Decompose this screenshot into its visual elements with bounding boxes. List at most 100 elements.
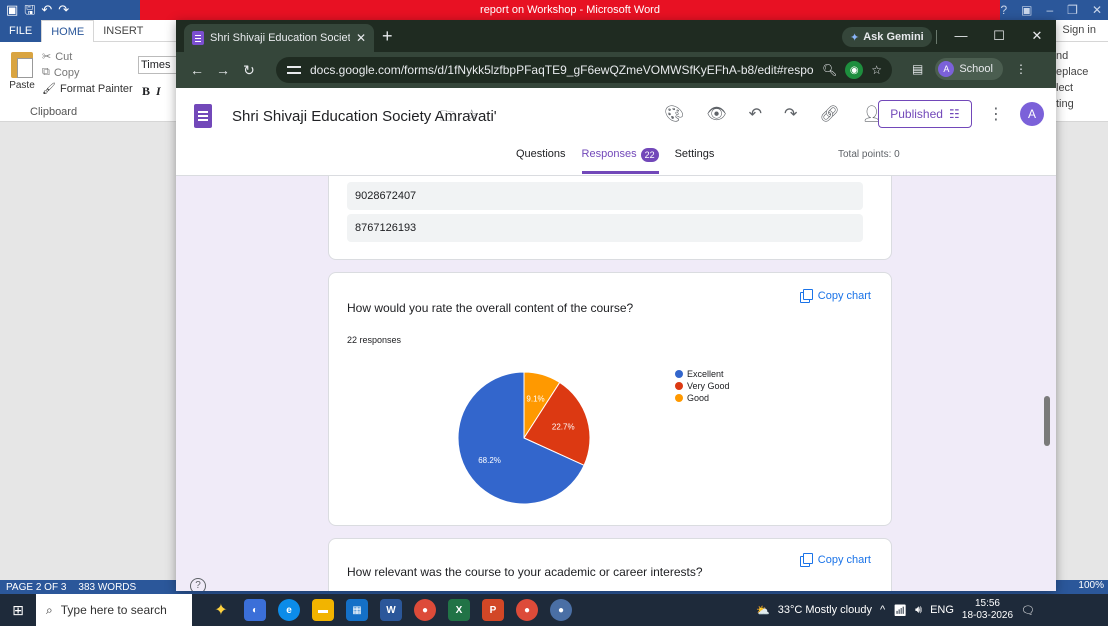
back-icon[interactable]: ← <box>184 62 210 78</box>
preview-eye-icon[interactable]: 👁︎ <box>706 104 726 124</box>
tab-questions-label: Questions <box>516 148 566 160</box>
extension-icon[interactable]: ◉ <box>845 61 864 79</box>
more-options-icon[interactable]: ⋮ <box>988 104 1004 124</box>
star-icon[interactable]: ☆ <box>465 106 478 131</box>
weather-text[interactable]: 33°C Mostly cloudy <box>778 604 872 616</box>
edge-icon[interactable]: e <box>278 599 300 621</box>
minimize-icon[interactable]: – <box>1046 3 1053 17</box>
tab-file[interactable]: FILE <box>0 19 42 42</box>
show-hidden-icons[interactable]: ^ <box>880 604 885 616</box>
volume-icon[interactable]: 🔊︎ <box>915 604 922 617</box>
legend-label: Very Good <box>687 381 730 391</box>
browser-tab[interactable]: Shri Shivaji Education Society A ✕ <box>184 24 374 52</box>
zoom-icon[interactable]: 🔍︎ <box>822 63 837 77</box>
toolbar-right: ▤ A School ⋮ <box>912 58 1027 80</box>
cut-button[interactable]: ✂ Cut <box>42 50 133 64</box>
tab-insert[interactable]: INSERT <box>94 20 152 42</box>
forms-favicon-icon <box>192 31 204 45</box>
bold-italic-buttons[interactable]: B I <box>142 84 161 99</box>
copy-button[interactable]: ⧉ Copy <box>42 66 133 79</box>
chrome-icon[interactable]: ● <box>414 599 436 621</box>
copy-chart-label: Copy chart <box>817 553 871 566</box>
address-bar[interactable]: docs.google.com/forms/d/1fNykk5lzfbpPFaq… <box>276 57 892 83</box>
sign-in-link[interactable]: Sign in <box>1062 24 1096 36</box>
replace-fragment[interactable]: eplace <box>1056 64 1088 80</box>
tab-strip: Shri Shivaji Education Society A ✕ + ✦ A… <box>176 20 1056 52</box>
site-info-icon[interactable] <box>286 63 302 77</box>
palette-icon[interactable]: 🎨︎ <box>664 104 684 124</box>
excel-icon[interactable]: X <box>448 599 470 621</box>
font-name-box[interactable]: Times N <box>138 56 178 74</box>
header-actions: 🎨︎ 👁︎ ↶ ↷ 🔗︎ 👤︎ <box>664 104 882 124</box>
store-icon[interactable]: ▦ <box>346 599 368 621</box>
restore-icon[interactable]: ❐ <box>1067 3 1078 17</box>
profile-chip[interactable]: A School <box>935 58 1003 80</box>
pie-slice-label: 22.7% <box>552 422 575 431</box>
tab-home[interactable]: HOME <box>41 19 95 42</box>
undo-icon[interactable]: ↶ <box>41 2 52 18</box>
new-tab-button[interactable]: + <box>382 26 393 47</box>
file-explorer-icon[interactable]: ▬ <box>312 599 334 621</box>
chart-legend: Excellent Very Good Good <box>675 369 730 403</box>
help-icon[interactable]: ? <box>190 578 206 591</box>
page-indicator[interactable]: PAGE 2 OF 3 <box>6 582 66 593</box>
copy-chart-button[interactable]: Copy chart <box>799 289 871 303</box>
close-icon[interactable]: ✕ <box>1092 3 1102 17</box>
save-icon[interactable]: 🖫 <box>24 2 35 18</box>
help-icon[interactable]: ? <box>1000 3 1007 17</box>
scrollbar-thumb[interactable] <box>1044 396 1050 446</box>
url-text[interactable]: docs.google.com/forms/d/1fNykk5lzfbpPFaq… <box>310 63 814 77</box>
taskbar-search[interactable]: ⌕ Type here to search <box>36 594 192 626</box>
reload-icon[interactable]: ↻ <box>236 62 262 79</box>
tabstrip-divider <box>936 30 937 44</box>
link-icon[interactable]: 🔗︎ <box>819 104 839 124</box>
google-forms-logo-icon[interactable] <box>194 104 212 128</box>
copy-chart-button[interactable]: Copy chart <box>799 553 871 567</box>
zoom-level[interactable]: 100% <box>1078 580 1104 591</box>
app-icon[interactable]: ◐ <box>244 599 266 621</box>
bookmark-star-icon[interactable]: ☆ <box>871 63 882 77</box>
close-icon[interactable]: ✕ <box>1018 20 1056 52</box>
legend-item: Good <box>675 393 730 403</box>
select-fragment[interactable]: lect <box>1056 80 1088 96</box>
ribbon-display-icon[interactable]: ▣ <box>1021 3 1032 17</box>
copilot-sparkle-icon[interactable]: ✦ <box>210 599 232 621</box>
redo-icon[interactable]: ↷ <box>784 104 797 124</box>
network-icon[interactable]: 📶︎ <box>893 604 907 617</box>
maximize-icon[interactable]: ☐ <box>980 20 1018 52</box>
ask-gemini-button[interactable]: ✦ Ask Gemini <box>842 27 932 47</box>
reading-mode-icon[interactable]: ▤ <box>912 62 923 76</box>
clock[interactable]: 15:56 18-03-2026 <box>962 598 1013 622</box>
notifications-icon[interactable]: 🗨︎ <box>1021 604 1035 617</box>
tab-settings[interactable]: Settings <box>675 146 715 174</box>
chrome-profile-icon[interactable]: ● <box>516 599 538 621</box>
chrome-profile-icon[interactable]: ● <box>550 599 572 621</box>
folder-icon[interactable]: 🗀 <box>440 106 455 131</box>
tab-close-icon[interactable]: ✕ <box>356 31 366 45</box>
windows-start-icon[interactable]: ⊞ <box>0 602 36 619</box>
word-count[interactable]: 383 WORDS <box>78 582 136 593</box>
undo-icon[interactable]: ↶ <box>749 104 762 124</box>
responses-count-badge: 22 <box>640 148 659 162</box>
find-fragment[interactable]: nd <box>1056 48 1088 64</box>
tab-responses[interactable]: Responses 22 <box>581 146 659 174</box>
redo-icon[interactable]: ↷ <box>58 2 69 18</box>
published-label: Published <box>890 107 943 121</box>
tab-questions[interactable]: Questions <box>516 146 566 174</box>
minimize-icon[interactable]: — <box>942 20 980 52</box>
word-taskbar-icon[interactable]: W <box>380 599 402 621</box>
total-points: Total points: 0 <box>838 149 900 160</box>
weather-icon[interactable]: ⛅ <box>756 604 770 617</box>
format-painter-button[interactable]: 🖌 Format Painter <box>42 82 133 96</box>
chrome-menu-icon[interactable]: ⋮ <box>1015 62 1027 76</box>
profile-name: School <box>959 63 993 75</box>
clock-date: 18-03-2026 <box>961 610 1014 621</box>
clipboard-group: Paste ✂ Cut ⧉ Copy 🖌 Format Painter Clipboa… <box>6 48 146 119</box>
published-button[interactable]: Published ☷ <box>878 100 972 128</box>
paste-button[interactable]: Paste <box>8 52 36 91</box>
language-indicator[interactable]: ENG <box>930 604 954 616</box>
forward-icon[interactable]: → <box>210 62 236 78</box>
powerpoint-icon[interactable]: P <box>482 599 504 621</box>
gemini-icon: ✦ <box>850 31 860 44</box>
account-avatar[interactable]: A <box>1020 102 1044 126</box>
